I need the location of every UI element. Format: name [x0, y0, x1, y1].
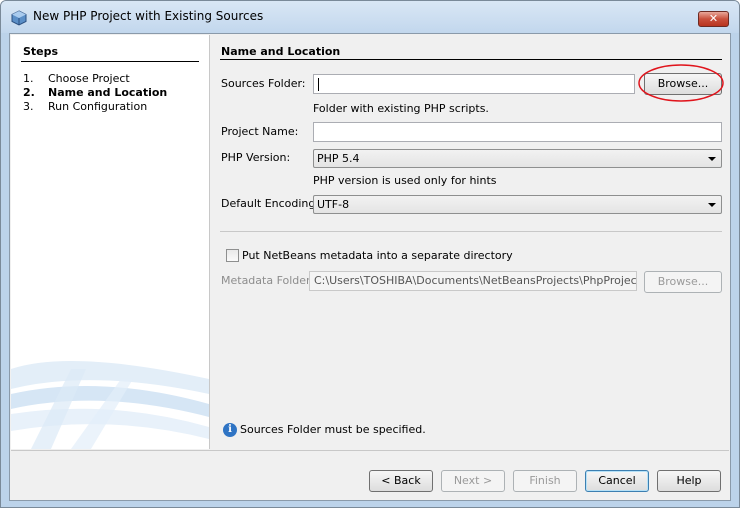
steps-heading: Steps: [23, 45, 59, 58]
metadata-checkbox-label[interactable]: Put NetBeans metadata into a separate di…: [242, 249, 513, 262]
php-version-select[interactable]: PHP 5.4: [313, 149, 722, 168]
window-title: New PHP Project with Existing Sources: [33, 9, 264, 23]
step-number: 3.: [23, 100, 34, 113]
section-title: Name and Location: [221, 45, 341, 58]
default-encoding-label: Default Encoding:: [221, 197, 320, 210]
sources-folder-input[interactable]: [313, 74, 635, 94]
info-icon: i: [223, 423, 237, 437]
sources-folder-label: Sources Folder:: [221, 77, 306, 90]
step-name-and-location: 2. Name and Location: [23, 86, 167, 99]
project-name-label: Project Name:: [221, 125, 299, 138]
red-annotation-circle: [638, 64, 724, 102]
step-number: 1.: [23, 72, 34, 85]
sources-folder-hint: Folder with existing PHP scripts.: [313, 102, 489, 115]
step-label: Run Configuration: [48, 100, 148, 113]
back-button[interactable]: < Back: [369, 470, 433, 492]
finish-button[interactable]: Finish: [513, 470, 577, 492]
cancel-button[interactable]: Cancel: [585, 470, 649, 492]
php-version-label: PHP Version:: [221, 151, 291, 164]
step-number: 2.: [23, 86, 35, 99]
close-button[interactable]: ✕: [698, 11, 729, 27]
text-caret: [318, 77, 319, 91]
section-divider: [220, 59, 722, 60]
steps-panel: Steps 1. Choose Project 2. Name and Locati…: [11, 35, 209, 449]
netbeans-cube-icon: [11, 10, 27, 26]
panel-divider: [209, 35, 210, 449]
chevron-down-icon: [708, 203, 716, 207]
steps-divider: [21, 61, 199, 62]
dialog-window: New PHP Project with Existing Sources ✕ …: [0, 0, 740, 508]
step-choose-project: 1. Choose Project: [23, 72, 130, 85]
status-message: Sources Folder must be specified.: [240, 423, 426, 436]
default-encoding-select[interactable]: UTF-8: [313, 195, 722, 214]
project-name-input[interactable]: [313, 122, 722, 142]
button-bar-divider: [11, 450, 729, 451]
dialog-content: Steps 1. Choose Project 2. Name and Locati…: [9, 33, 731, 501]
default-encoding-value: UTF-8: [317, 198, 350, 211]
wizard-decoration-graphic: [11, 361, 209, 449]
step-label: Choose Project: [48, 72, 130, 85]
php-version-value: PHP 5.4: [317, 152, 360, 165]
step-label: Name and Location: [48, 86, 168, 99]
step-run-configuration: 3. Run Configuration: [23, 100, 147, 113]
form-separator: [220, 231, 722, 232]
title-bar[interactable]: New PHP Project with Existing Sources ✕: [1, 1, 739, 33]
php-version-hint: PHP version is used only for hints: [313, 174, 497, 187]
help-button[interactable]: Help: [657, 470, 721, 492]
metadata-folder-input[interactable]: C:\Users\TOSHIBA\Documents\NetBeansProje…: [309, 271, 637, 291]
chevron-down-icon: [708, 157, 716, 161]
metadata-checkbox[interactable]: [226, 249, 239, 262]
metadata-browse-button[interactable]: Browse...: [644, 271, 722, 293]
metadata-folder-label: Metadata Folder:: [221, 274, 315, 287]
next-button[interactable]: Next >: [441, 470, 505, 492]
